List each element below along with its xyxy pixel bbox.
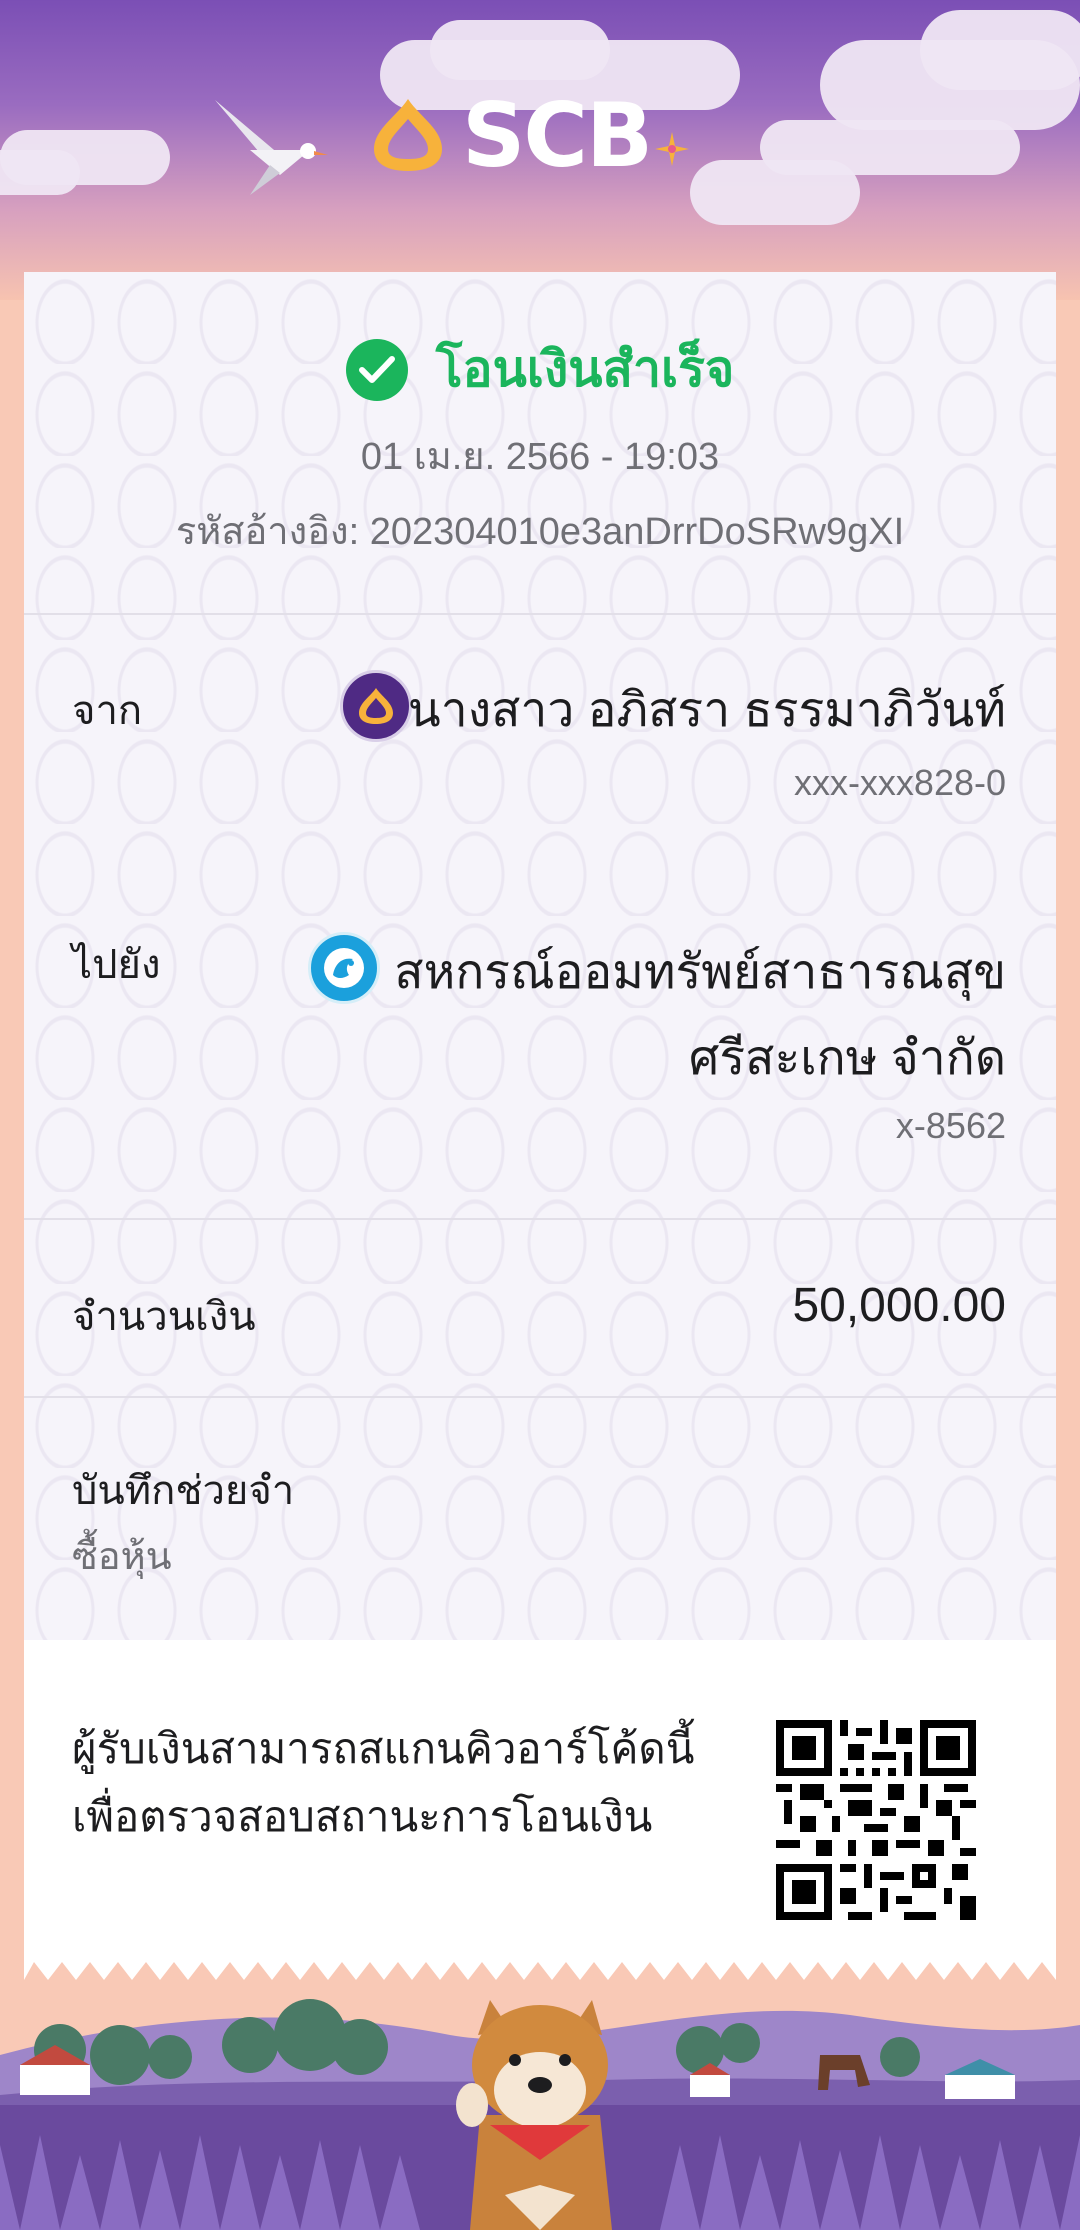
- header-banner: SCB: [0, 0, 1080, 300]
- recipient-name-line2: ศรีสะเกษ จำกัด: [688, 1032, 1006, 1085]
- sparkle-icon: [655, 132, 690, 166]
- check-circle-icon: [345, 338, 408, 401]
- bird-illustration: [215, 100, 328, 195]
- verification-qr-code[interactable]: [776, 1720, 976, 1920]
- from-label: จาก: [72, 689, 143, 733]
- amount-label: จำนวนเงิน: [72, 1295, 256, 1339]
- qr-instruction: ผู้รับเงินสามารถสแกนคิวอาร์โค้ดนี้ เพื่อ…: [72, 1715, 712, 1851]
- qr-instruction-line2: เพื่อตรวจสอบสถานะการโอนเงิน: [72, 1793, 653, 1840]
- status-row: โอนเงินสำเร็จ: [0, 330, 1080, 409]
- scb-logo: SCB: [368, 84, 690, 187]
- qr-instruction-line1: ผู้รับเงินสามารถสแกนคิวอาร์โค้ดนี้: [72, 1725, 695, 1772]
- amount-value: 50,000.00: [792, 1279, 1006, 1332]
- landscape-illustration: [0, 1999, 1080, 2230]
- divider: [24, 613, 1056, 615]
- reference-number: รหัสอ้างอิง: 202304010e3anDrrDoSRw9gXI: [175, 511, 905, 553]
- receipt-torn-edge: [24, 1950, 1056, 1980]
- status-text: โอนเงินสำเร็จ: [435, 341, 735, 397]
- scb-logo-icon: [374, 99, 442, 171]
- sender-name: นางสาว อภิสรา ธรรมาภิวันท์: [407, 684, 1006, 737]
- note-label: บันทึกช่วยจำ: [72, 1469, 295, 1513]
- brand-name: SCB: [462, 83, 653, 187]
- recipient-name-line1: สหกรณ์ออมทรัพย์สาธารณสุข: [394, 946, 1006, 999]
- sender-account: xxx-xxx828-0: [793, 762, 1006, 803]
- to-label: ไปยัง: [72, 943, 161, 987]
- ktb-bank-icon: [308, 932, 380, 1004]
- divider: [24, 1218, 1056, 1220]
- recipient-account: x-8562: [895, 1105, 1006, 1146]
- divider: [24, 1396, 1056, 1398]
- note-value: ซื้อหุ้น: [72, 1536, 172, 1578]
- scb-bank-icon: [340, 670, 412, 742]
- transaction-datetime: 01 เม.ย. 2566 - 19:03: [360, 436, 720, 478]
- shiba-dog-mascot: [456, 2000, 612, 2230]
